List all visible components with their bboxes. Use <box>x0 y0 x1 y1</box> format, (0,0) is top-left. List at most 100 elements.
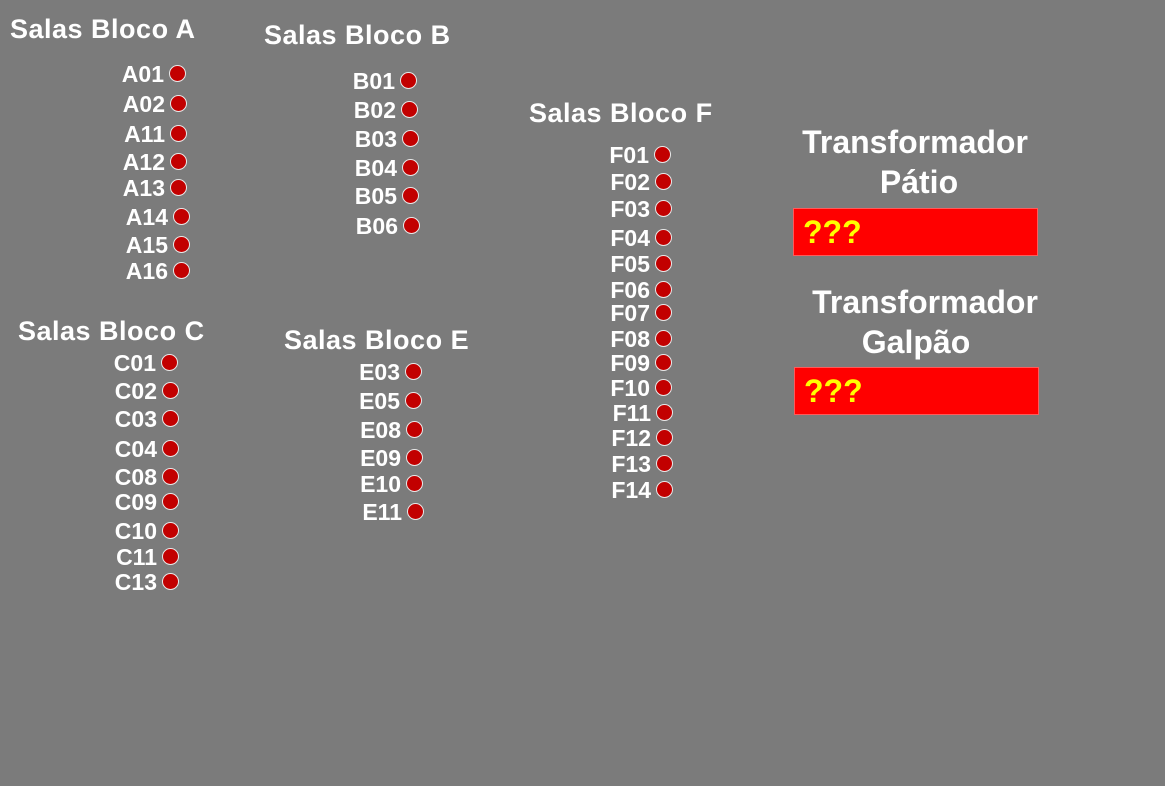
red-circle-status-icon[interactable] <box>173 262 190 279</box>
room-b01[interactable]: B01 <box>330 68 417 94</box>
room-label: C08 <box>114 464 157 490</box>
room-a12[interactable]: A12 <box>100 149 187 175</box>
red-circle-status-icon[interactable] <box>400 72 417 89</box>
red-circle-status-icon[interactable] <box>170 153 187 170</box>
red-circle-status-icon[interactable] <box>405 392 422 409</box>
red-circle-status-icon[interactable] <box>169 65 186 82</box>
room-label: F02 <box>610 169 650 195</box>
room-c01[interactable]: C01 <box>90 350 178 376</box>
room-f09[interactable]: F09 <box>590 350 672 376</box>
room-label: F09 <box>610 350 650 376</box>
room-f07[interactable]: F07 <box>590 300 672 326</box>
room-f14[interactable]: F14 <box>590 477 673 503</box>
room-f13[interactable]: F13 <box>590 451 673 477</box>
transformer-patio-title-line1: Transformador <box>802 124 1028 160</box>
room-label: A16 <box>125 258 168 284</box>
transformer-patio-display: ??? <box>793 208 1038 256</box>
red-circle-status-icon[interactable] <box>656 404 673 421</box>
red-circle-status-icon[interactable] <box>162 548 179 565</box>
red-circle-status-icon[interactable] <box>162 440 179 457</box>
red-circle-status-icon[interactable] <box>655 281 672 298</box>
room-c02[interactable]: C02 <box>90 378 179 404</box>
room-label: B01 <box>352 68 395 94</box>
red-circle-status-icon[interactable] <box>162 410 179 427</box>
room-c10[interactable]: C10 <box>90 518 179 544</box>
red-circle-status-icon[interactable] <box>655 173 672 190</box>
room-f10[interactable]: F10 <box>590 375 672 401</box>
red-circle-status-icon[interactable] <box>402 159 419 176</box>
room-b05[interactable]: B05 <box>330 183 419 209</box>
room-a02[interactable]: A02 <box>100 91 187 117</box>
room-a01[interactable]: A01 <box>100 61 186 87</box>
room-c04[interactable]: C04 <box>90 436 179 462</box>
room-c11[interactable]: C11 <box>90 544 179 570</box>
room-c03[interactable]: C03 <box>90 406 179 432</box>
room-label: E09 <box>360 445 401 471</box>
red-circle-status-icon[interactable] <box>406 449 423 466</box>
red-circle-status-icon[interactable] <box>173 208 190 225</box>
room-c13[interactable]: C13 <box>90 569 179 595</box>
room-a13[interactable]: A13 <box>100 175 187 201</box>
room-c09[interactable]: C09 <box>90 489 179 515</box>
room-e11[interactable]: E11 <box>336 499 424 525</box>
red-circle-status-icon[interactable] <box>162 493 179 510</box>
room-a15[interactable]: A15 <box>100 232 190 258</box>
room-label: A12 <box>122 149 165 175</box>
red-circle-status-icon[interactable] <box>406 421 423 438</box>
room-c08[interactable]: C08 <box>90 464 179 490</box>
red-circle-status-icon[interactable] <box>402 187 419 204</box>
room-label: C03 <box>114 406 157 432</box>
room-f04[interactable]: F04 <box>590 225 672 251</box>
room-f01[interactable]: F01 <box>590 142 671 168</box>
red-circle-status-icon[interactable] <box>161 354 178 371</box>
room-e09[interactable]: E09 <box>336 445 423 471</box>
red-circle-status-icon[interactable] <box>401 101 418 118</box>
red-circle-status-icon[interactable] <box>170 179 187 196</box>
room-f02[interactable]: F02 <box>590 169 672 195</box>
room-b02[interactable]: B02 <box>330 97 418 123</box>
red-circle-status-icon[interactable] <box>655 200 672 217</box>
room-a14[interactable]: A14 <box>100 204 190 230</box>
red-circle-status-icon[interactable] <box>402 130 419 147</box>
room-e08[interactable]: E08 <box>336 417 423 443</box>
room-label: C01 <box>113 350 156 376</box>
red-circle-status-icon[interactable] <box>655 330 672 347</box>
red-circle-status-icon[interactable] <box>162 468 179 485</box>
room-f08[interactable]: F08 <box>590 326 672 352</box>
room-label: B05 <box>354 183 397 209</box>
red-circle-status-icon[interactable] <box>655 229 672 246</box>
room-f11[interactable]: F11 <box>590 400 673 426</box>
red-circle-status-icon[interactable] <box>170 95 187 112</box>
red-circle-status-icon[interactable] <box>654 146 671 163</box>
red-circle-status-icon[interactable] <box>407 503 424 520</box>
red-circle-status-icon[interactable] <box>655 255 672 272</box>
room-f12[interactable]: F12 <box>590 425 673 451</box>
room-e10[interactable]: E10 <box>336 471 423 497</box>
red-circle-status-icon[interactable] <box>403 217 420 234</box>
red-circle-status-icon[interactable] <box>405 363 422 380</box>
room-b03[interactable]: B03 <box>330 126 419 152</box>
red-circle-status-icon[interactable] <box>656 481 673 498</box>
red-circle-status-icon[interactable] <box>170 125 187 142</box>
room-f03[interactable]: F03 <box>590 196 672 222</box>
room-a16[interactable]: A16 <box>100 258 190 284</box>
red-circle-status-icon[interactable] <box>162 522 179 539</box>
red-circle-status-icon[interactable] <box>406 475 423 492</box>
room-b06[interactable]: B06 <box>330 213 420 239</box>
red-circle-status-icon[interactable] <box>655 304 672 321</box>
red-circle-status-icon[interactable] <box>655 354 672 371</box>
room-f05[interactable]: F05 <box>590 251 672 277</box>
red-circle-status-icon[interactable] <box>162 382 179 399</box>
room-a11[interactable]: A11 <box>100 121 187 147</box>
red-circle-status-icon[interactable] <box>656 429 673 446</box>
room-e05[interactable]: E05 <box>336 388 422 414</box>
room-label: F08 <box>610 326 650 352</box>
red-circle-status-icon[interactable] <box>173 236 190 253</box>
red-circle-status-icon[interactable] <box>655 379 672 396</box>
room-b04[interactable]: B04 <box>330 155 419 181</box>
red-circle-status-icon[interactable] <box>162 573 179 590</box>
room-label: B06 <box>355 213 398 239</box>
room-label: C13 <box>114 569 157 595</box>
red-circle-status-icon[interactable] <box>656 455 673 472</box>
room-e03[interactable]: E03 <box>336 359 422 385</box>
